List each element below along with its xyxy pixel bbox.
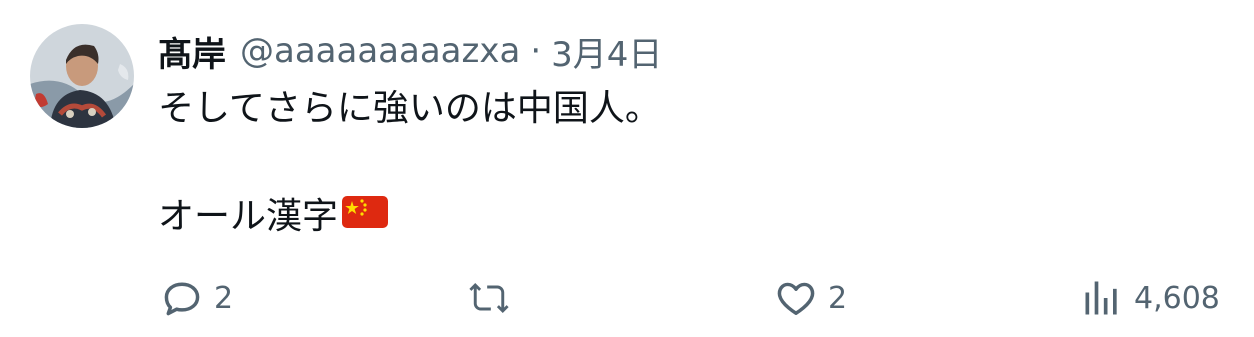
china-flag-emoji [342,190,389,244]
reply-icon [164,282,200,316]
reply-button[interactable]: 2 [160,274,233,322]
views-button[interactable]: 4,608 [1080,274,1220,322]
heart-icon [777,282,815,315]
reply-count: 2 [214,280,234,316]
like-count: 2 [828,280,848,316]
separator-dot: · [530,31,542,71]
tweet[interactable]: 髙岸 @aaaaaaaaazxa · 3月4日 そしてさらに強いのは中国人。 オ… [0,0,1254,337]
author-name[interactable]: 髙岸 [158,27,226,76]
tweet-text-line: そしてさらに強いのは中国人。 [158,88,661,129]
timestamp[interactable]: 3月4日 [551,27,662,76]
author-handle[interactable]: @aaaaaaaaazxa [240,31,520,71]
avatar[interactable] [30,24,134,128]
tweet-header: 髙岸 @aaaaaaaaazxa · 3月4日 [158,27,662,76]
tweet-text: そしてさらに強いのは中国人。 オール漢字 [158,82,661,244]
views-count: 4,608 [1134,280,1220,316]
retweet-button[interactable] [466,274,522,322]
like-button[interactable]: 2 [774,274,847,322]
retweet-icon [469,282,509,314]
tweet-text-line: オール漢字 [158,196,339,237]
analytics-icon [1085,281,1117,315]
